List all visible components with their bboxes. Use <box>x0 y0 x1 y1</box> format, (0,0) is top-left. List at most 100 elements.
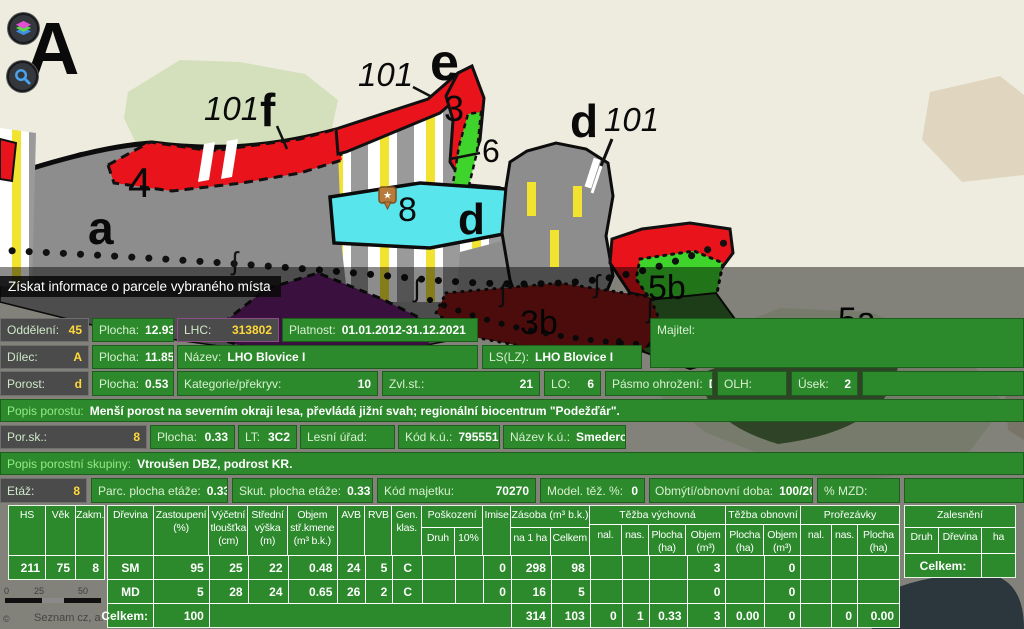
cell: 26 <box>338 580 366 603</box>
field-label: Pásmo ohrožení: <box>612 377 703 391</box>
cell <box>801 604 832 627</box>
field-nazev: Název: LHO Blovice I <box>177 345 478 369</box>
map-stand-red-edge[interactable] <box>0 139 16 181</box>
cell <box>801 556 832 579</box>
cell: 2 <box>366 580 393 603</box>
field-nazev-ku: Název k.ú.: Smederov <box>503 425 626 449</box>
group-title: Těžba obnovní <box>726 506 800 525</box>
field-value: 0.33 <box>347 484 370 498</box>
field-empty <box>904 478 1024 503</box>
map-yellow-dash <box>527 182 536 216</box>
col-header: Plocha (ha) <box>858 525 899 555</box>
field-etaz: Etáž: 8 <box>0 478 87 503</box>
info-tool-tooltip: Získat informace o parcele vybraného mís… <box>0 276 281 297</box>
map-label-d: d <box>458 195 485 244</box>
group-title: Zásoba (m³ b.k.) <box>511 506 589 528</box>
cell: 0 <box>484 580 512 603</box>
field-label: Etáž: <box>7 484 34 498</box>
field-usek: Úsek: 2 <box>791 371 858 396</box>
field-value: D <box>709 377 713 391</box>
field-value: A <box>73 350 82 364</box>
field-value: 45 <box>69 323 82 337</box>
field-model-tez: Model. těž. %: 0 <box>540 478 645 503</box>
col-header: Druh <box>905 528 939 553</box>
cell <box>623 556 650 579</box>
field-label: Parc. plocha etáže: <box>98 484 201 498</box>
field-value: 0.33 <box>205 430 228 444</box>
col-header: Věk <box>46 506 76 555</box>
field-label: LT: <box>245 430 260 444</box>
field-label: Platnost: <box>289 323 336 337</box>
field-label: Kód k.ú.: <box>405 430 452 444</box>
field-label: Plocha: <box>99 350 139 364</box>
cell: 211 <box>9 556 46 579</box>
search-icon <box>13 67 32 86</box>
cell <box>210 604 512 627</box>
col-header: na 1 ha <box>511 528 551 555</box>
field-lhc: LHC: 313802 <box>177 318 279 342</box>
field-label: Obmýtí/obnovní doba: <box>655 484 773 498</box>
cell: 5 <box>366 556 393 579</box>
cell <box>858 580 899 603</box>
cell: 98 <box>552 556 591 579</box>
field-value: 8 <box>133 430 140 444</box>
cell: 0 <box>591 604 623 627</box>
field-dilec: Dílec: A <box>0 345 89 369</box>
field-value: 3C2 <box>268 430 290 444</box>
layers-button[interactable] <box>8 13 39 44</box>
field-label: % MZD: <box>824 484 867 498</box>
col-header: Celkem <box>551 528 590 555</box>
field-label: Úsek: <box>798 377 829 391</box>
cell: C <box>393 556 423 579</box>
cell <box>623 580 650 603</box>
cell: 75 <box>46 556 76 579</box>
col-header: nal. <box>801 525 832 555</box>
col-header: Zastoupení (%) <box>154 506 210 555</box>
field-label: Dílec: <box>7 350 38 364</box>
field-label: Majitel: <box>657 323 695 337</box>
field-label: Plocha: <box>99 377 139 391</box>
field-skut-plocha: Skut. plocha etáže: 0.33 <box>232 478 373 503</box>
table-row: Celkem: <box>905 554 1015 577</box>
cell: 24 <box>249 580 289 603</box>
map-label-101: 101 <box>604 101 659 138</box>
col-header: Gen. klas. <box>392 506 422 555</box>
cell <box>726 580 765 603</box>
field-lslz: LS(LZ): LHO Blovice I <box>482 345 642 369</box>
table-row: MD 5 28 24 0.65 26 2 C 0 16 5 0 0 <box>108 579 899 603</box>
col-header: Druh <box>422 528 454 555</box>
field-value: LHO Blovice I <box>227 350 305 364</box>
cell <box>591 556 623 579</box>
field-value: d <box>75 377 82 391</box>
col-header: RVB <box>365 506 392 555</box>
field-label: Skut. plocha etáže: <box>239 484 341 498</box>
group-title: Prořezávky <box>801 506 899 525</box>
copyright-mark: © <box>3 614 10 624</box>
cell: 0 <box>765 556 801 579</box>
cell <box>456 556 484 579</box>
field-value: 10 <box>358 377 371 391</box>
table-row: SM 95 25 22 0.48 24 5 C 0 298 98 3 0 <box>108 556 899 579</box>
field-label: Zvl.st.: <box>389 377 424 391</box>
totals-label: Celkem: <box>108 604 154 627</box>
field-value: 11.85 <box>145 350 174 364</box>
map-label-101: 101 <box>358 56 413 93</box>
cell: 3 <box>688 556 727 579</box>
scalebar-label: 0 <box>4 586 9 596</box>
field-value: LHO Blovice I <box>535 350 613 364</box>
col-header: Výčetní tloušťka (cm) <box>209 506 248 555</box>
field-value: 100/20 <box>779 484 813 498</box>
field-value: 6 <box>587 377 594 391</box>
stand-table-left-block: HS Věk Zakm. 211 75 8 <box>8 505 105 580</box>
field-majitel: Majitel: <box>650 318 1024 368</box>
map-label-e: e <box>430 34 459 92</box>
col-header: Střední výška (m) <box>248 506 288 555</box>
field-value: 0.53 <box>145 377 168 391</box>
totals-label: Celkem: <box>905 554 982 577</box>
field-label: LS(LZ): <box>489 350 529 364</box>
field-value: 01.01.2012-31.12.2021 <box>342 323 466 337</box>
stand-table-zalesneni-block: Zalesnění Druh Dřevina ha Celkem: <box>904 505 1016 578</box>
search-button[interactable] <box>7 61 38 92</box>
field-olh: OLH: <box>717 371 787 396</box>
cell: 16 <box>512 580 552 603</box>
